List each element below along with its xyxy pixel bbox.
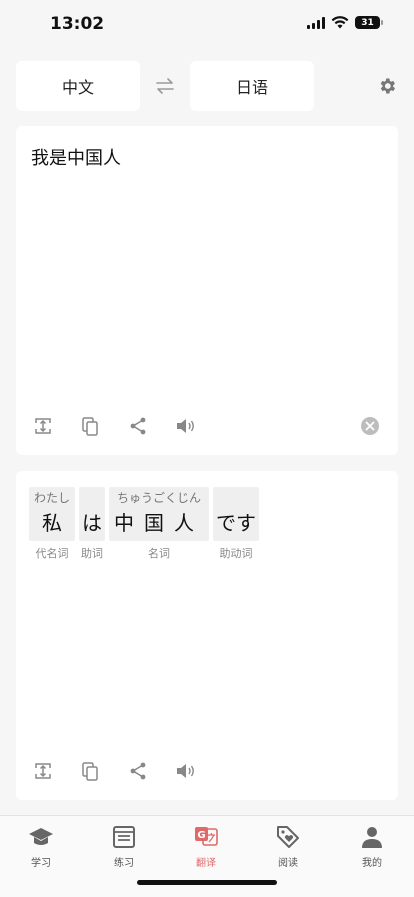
home-indicator (137, 880, 277, 885)
target-language-button[interactable]: 日语 (190, 61, 314, 111)
person-icon (362, 827, 382, 848)
nav-item-profile[interactable]: 我的 (342, 824, 402, 869)
token-list: わたし 私 代名词 は 助词 ちゅうごくじん 中国人 名词 です 助动词 (29, 487, 259, 561)
token-word: です (216, 511, 256, 535)
token-item[interactable]: ちゅうごくじん 中国人 名词 (109, 487, 209, 561)
notebook-icon (113, 826, 135, 848)
token-word: 私 (42, 511, 62, 535)
battery-icon: 31 (355, 16, 383, 29)
token-part-of-speech: 名词 (148, 547, 170, 560)
token-part-of-speech: 助词 (81, 547, 103, 560)
tag-heart-icon (277, 826, 299, 848)
copy-icon[interactable] (79, 760, 101, 782)
source-language-button[interactable]: 中文 (16, 61, 140, 111)
token-part-of-speech: 助动词 (219, 547, 253, 560)
token-item[interactable]: です 助动词 (213, 487, 259, 561)
result-toolbar (32, 760, 382, 784)
token-reading: わたし (33, 491, 70, 505)
target-language-label: 日语 (235, 78, 268, 97)
token-word: は (82, 511, 102, 535)
translation-result-card: わたし 私 代名词 は 助词 ちゅうごくじん 中国人 名词 です 助动词 (16, 471, 398, 800)
nav-label: 练习 (114, 858, 134, 869)
source-language-label: 中文 (61, 78, 94, 97)
nav-label: 翻译 (196, 858, 216, 869)
token-item[interactable]: は 助词 (79, 487, 105, 561)
token-reading (82, 487, 102, 507)
translate-icon: G (195, 827, 218, 846)
token-item[interactable]: わたし 私 代名词 (29, 487, 75, 561)
clear-icon[interactable] (359, 415, 381, 437)
token-part-of-speech: 代名词 (35, 547, 69, 560)
status-bar: 13:02 31 (0, 0, 414, 50)
wifi-icon (331, 16, 349, 29)
source-text-card[interactable]: 我是中国人 (16, 126, 398, 455)
status-icons: 31 (307, 16, 383, 29)
token-reading (216, 487, 256, 507)
token-word: 中国人 (114, 511, 204, 535)
svg-text:G: G (197, 830, 205, 841)
status-time: 13:02 (50, 14, 105, 34)
cellular-signal-icon (307, 16, 325, 29)
swap-languages-icon[interactable] (154, 76, 176, 96)
speaker-icon[interactable] (174, 415, 196, 437)
battery-level: 31 (361, 17, 374, 28)
nav-item-study[interactable]: 学习 (11, 824, 71, 869)
nav-label: 阅读 (278, 858, 298, 869)
source-toolbar (32, 415, 382, 439)
nav-item-reading[interactable]: 阅读 (258, 824, 318, 869)
nav-item-translate[interactable]: G 翻译 (176, 824, 236, 869)
copy-icon[interactable] (79, 415, 101, 437)
share-icon[interactable] (127, 760, 149, 782)
token-reading: ちゅうごくじん (116, 491, 201, 505)
expand-icon[interactable] (32, 760, 54, 782)
share-icon[interactable] (127, 415, 149, 437)
nav-label: 学习 (31, 858, 51, 869)
nav-label: 我的 (362, 858, 382, 869)
speaker-icon[interactable] (174, 760, 196, 782)
nav-item-practice[interactable]: 练习 (94, 824, 154, 869)
gear-icon[interactable] (377, 76, 397, 96)
expand-icon[interactable] (32, 415, 54, 437)
source-text-input[interactable]: 我是中国人 (31, 144, 121, 170)
graduation-cap-icon (29, 828, 53, 845)
